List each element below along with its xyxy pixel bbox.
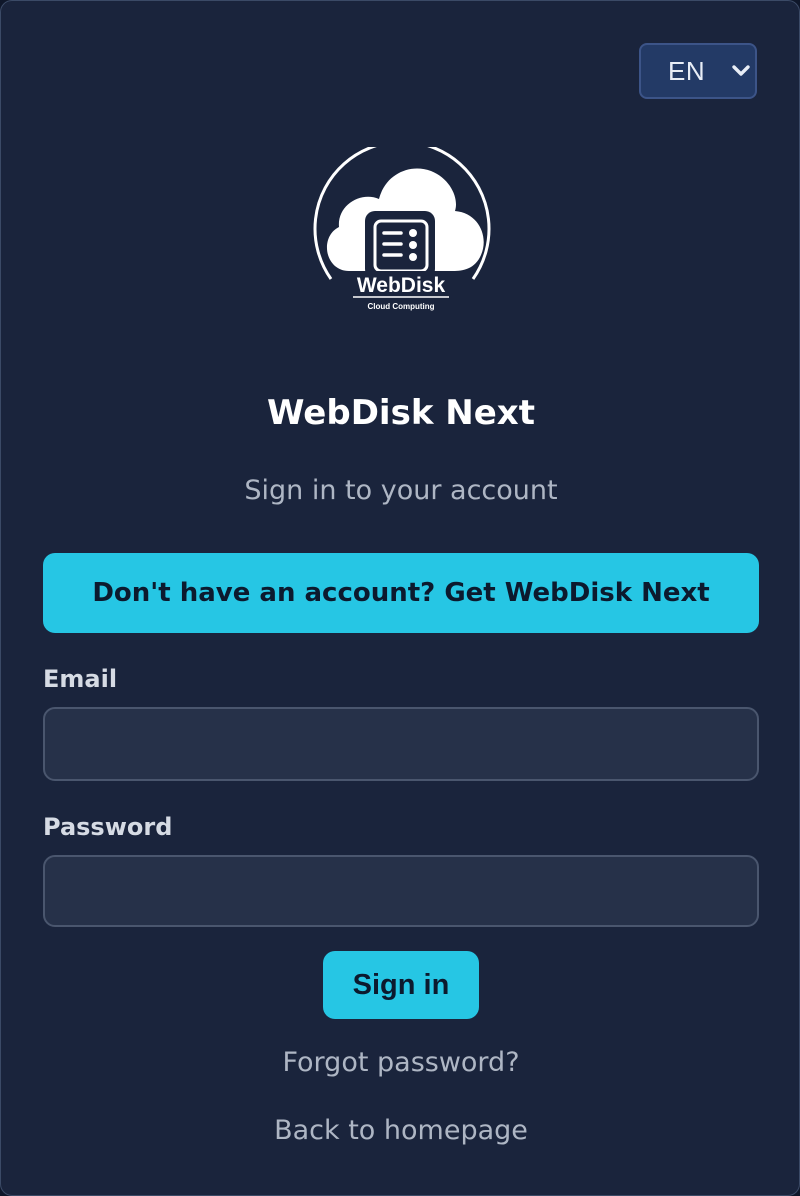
back-to-homepage-link[interactable]: Back to homepage bbox=[1, 1115, 800, 1146]
forgot-password-link[interactable]: Forgot password? bbox=[1, 1047, 800, 1078]
password-label: Password bbox=[43, 813, 173, 841]
chevron-down-icon bbox=[732, 65, 750, 76]
language-select[interactable]: EN bbox=[639, 43, 757, 99]
webdisk-logo: WebDisk Cloud Computing bbox=[313, 147, 491, 319]
page-subtitle: Sign in to your account bbox=[244, 475, 558, 506]
login-card: EN WebDisk Cloud Computing WebDisk Next … bbox=[0, 0, 800, 1196]
password-field[interactable] bbox=[43, 855, 759, 927]
get-account-button[interactable]: Don't have an account? Get WebDisk Next bbox=[43, 553, 759, 633]
language-select-value: EN bbox=[668, 55, 706, 86]
logo-wordmark: WebDisk bbox=[357, 274, 446, 297]
app-title: WebDisk Next bbox=[267, 393, 535, 433]
logo-tagline: Cloud Computing bbox=[367, 302, 434, 311]
email-field[interactable] bbox=[43, 707, 759, 781]
sign-in-button[interactable]: Sign in bbox=[323, 951, 479, 1019]
email-label: Email bbox=[43, 665, 118, 693]
